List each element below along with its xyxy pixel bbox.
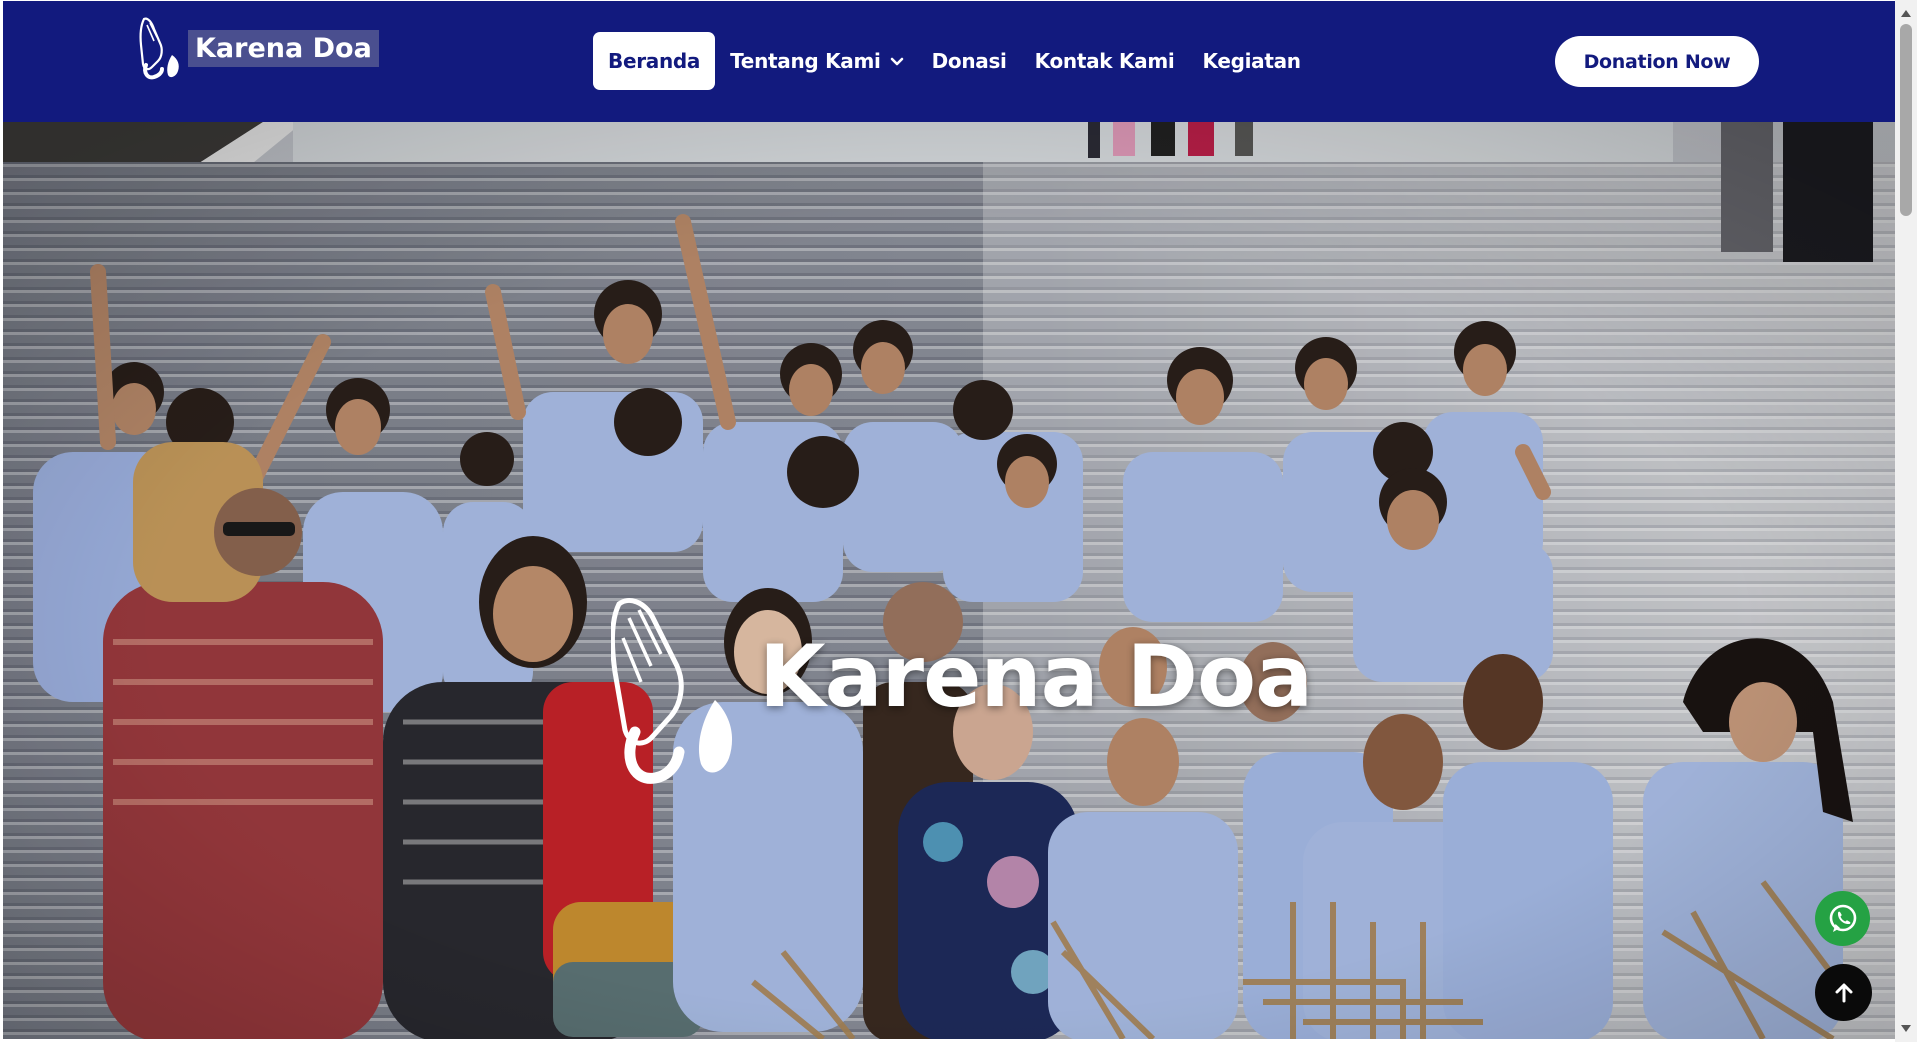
page-scrollbar[interactable] — [1895, 0, 1917, 1042]
site-header: Karena Doa Beranda Tentang Kami Donasi K… — [3, 1, 1895, 122]
brand-logo-link[interactable]: Karena Doa — [138, 15, 379, 81]
scroll-up-arrow-icon[interactable] — [1901, 10, 1911, 17]
nav-item-label: Kegiatan — [1202, 49, 1301, 73]
whatsapp-button[interactable] — [1815, 891, 1870, 946]
page-viewport: Karena Doa Beranda Tentang Kami Donasi K… — [3, 1, 1895, 1039]
back-to-top-button[interactable] — [1815, 964, 1872, 1021]
scrollbar-thumb[interactable] — [1900, 24, 1912, 216]
nav-item-beranda[interactable]: Beranda — [593, 32, 716, 90]
nav-item-label: Kontak Kami — [1034, 49, 1175, 73]
hero-section: Karena Doa — [3, 122, 1895, 1039]
hero-heading: Karena Doa — [759, 627, 1313, 727]
praying-hands-icon — [611, 598, 733, 784]
nav-item-kontak-kami[interactable]: Kontak Kami — [1021, 32, 1189, 90]
nav-item-tentang-kami[interactable]: Tentang Kami — [716, 32, 917, 90]
brand-name: Karena Doa — [188, 29, 379, 67]
whatsapp-icon — [1829, 904, 1856, 932]
nav-item-label: Beranda — [608, 49, 701, 73]
main-nav: Beranda Tentang Kami Donasi Kontak Kami … — [593, 32, 1315, 90]
chevron-down-icon — [890, 57, 903, 65]
hero-background-photo — [3, 122, 1895, 1039]
arrow-up-icon — [1835, 983, 1852, 1002]
hero-title: Karena Doa — [611, 592, 1313, 792]
scroll-down-arrow-icon[interactable] — [1901, 1025, 1911, 1032]
praying-hands-icon — [139, 17, 179, 80]
donation-now-button[interactable]: Donation Now — [1555, 36, 1759, 87]
nav-item-kegiatan[interactable]: Kegiatan — [1188, 32, 1314, 90]
nav-item-donasi[interactable]: Donasi — [918, 32, 1021, 90]
nav-item-label: Donasi — [931, 49, 1007, 73]
nav-item-label: Tentang Kami — [730, 49, 881, 73]
